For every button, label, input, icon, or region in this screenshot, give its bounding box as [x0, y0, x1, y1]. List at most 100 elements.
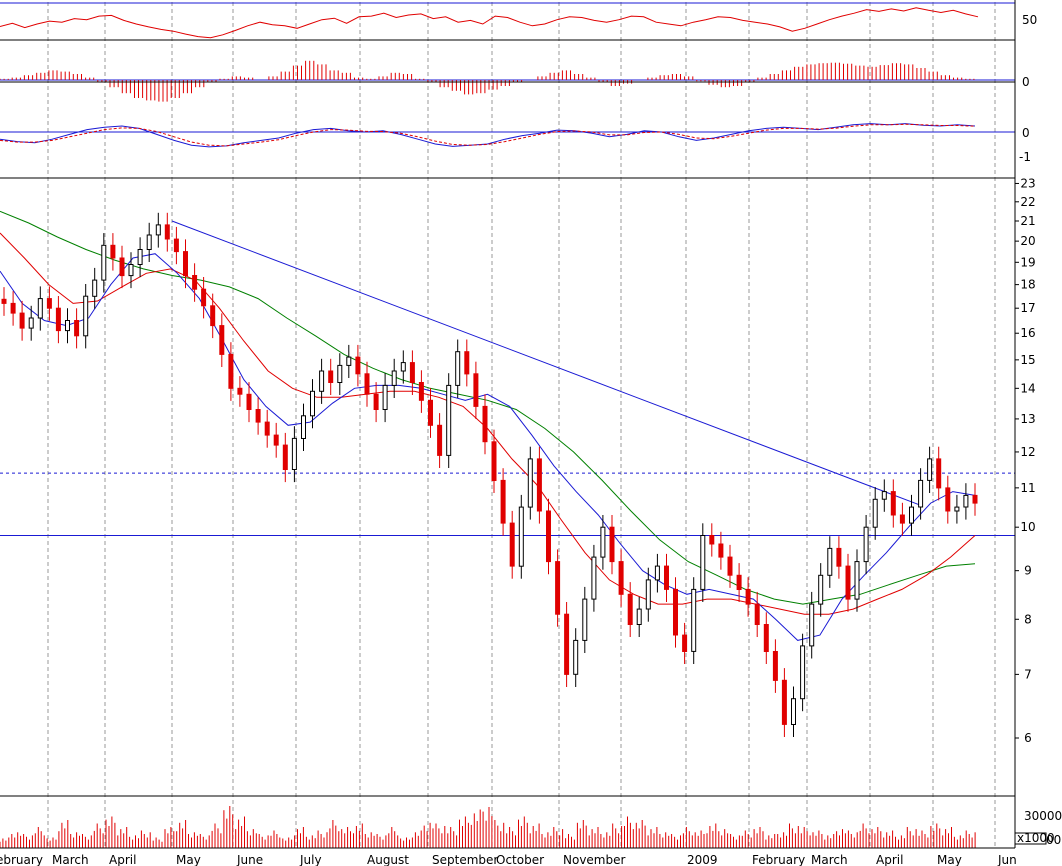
candle-body [328, 370, 334, 383]
candle-body [736, 574, 742, 590]
candle-body [491, 441, 497, 481]
candle-body [527, 458, 533, 508]
candle-body [927, 458, 933, 481]
x-tick-label-14: May [937, 853, 962, 866]
x-tick-label-12: March [811, 853, 848, 866]
candle-body [872, 498, 878, 528]
candle-body [518, 506, 524, 567]
candle-body [455, 351, 461, 386]
candle-body [800, 645, 806, 700]
candle-body [582, 598, 588, 641]
candle-body [591, 556, 597, 600]
candle-body [391, 370, 397, 386]
candle-body [781, 679, 787, 725]
candle-body [273, 434, 279, 446]
x-tick-label-15: Jun [997, 853, 1017, 866]
candle-body [155, 224, 161, 236]
price-tick-label-13: 13 [1020, 412, 1035, 426]
x-tick-label-9: November [563, 853, 625, 866]
candle-body [400, 362, 406, 372]
candle-body [673, 588, 678, 636]
candle-body [691, 588, 697, 652]
candle-body [409, 362, 415, 384]
candle-body [546, 510, 551, 563]
candle-body [137, 249, 143, 265]
candle-body [128, 264, 134, 277]
price-tick-label-8: 8 [1024, 612, 1032, 626]
candle-body [700, 535, 706, 590]
candle-body [664, 565, 669, 590]
candle-body [972, 494, 978, 504]
macd-line [0, 123, 976, 148]
x-tick-label-0: ebruary [0, 853, 43, 866]
candle-body [10, 302, 16, 314]
candle-body [364, 373, 370, 395]
histogram-tick-0: 0 [1022, 75, 1030, 89]
price-tick-label-12: 12 [1020, 445, 1035, 459]
x-tick-label-2: April [109, 853, 136, 866]
candle-body [65, 320, 70, 332]
candle-body [654, 565, 660, 581]
rsi-line [0, 7, 979, 39]
moving-average-short [0, 253, 976, 641]
x-tick-label-1: March [52, 853, 89, 866]
candle-body [55, 307, 61, 332]
volume-tick-00: 00 [1046, 833, 1061, 847]
candle-body [346, 356, 352, 366]
candle-body [337, 364, 343, 383]
x-tick-label-3: May [176, 853, 201, 866]
price-tick-label-16: 16 [1020, 326, 1035, 340]
price-tick-label-22: 22 [1020, 195, 1035, 209]
volume-tick-30000: 30000 [1024, 809, 1062, 823]
candle-body [791, 698, 796, 726]
candle-body [246, 393, 252, 410]
candle-body [373, 393, 379, 410]
candle-body [192, 275, 198, 290]
candle-body [573, 639, 579, 675]
candle-body [291, 437, 297, 470]
price-tick-label-11: 11 [1020, 481, 1035, 495]
x-tick-label-7: September [432, 853, 498, 866]
candle-body [446, 384, 452, 456]
candle-body [301, 415, 306, 439]
candle-body [183, 251, 188, 277]
x-tick-label-4: June [236, 853, 263, 866]
candle-body [636, 608, 642, 625]
candle-body [918, 479, 924, 508]
candle-body [609, 526, 615, 563]
price-tick-label-14: 14 [1020, 381, 1035, 395]
price-tick-label-19: 19 [1020, 255, 1035, 269]
candle-body [863, 526, 869, 563]
candle-body [28, 317, 34, 329]
candle-body [727, 556, 733, 576]
rsi-panel [0, 2, 1015, 41]
candle-body [536, 458, 542, 512]
candle-body [945, 487, 951, 512]
candle-body [600, 526, 606, 558]
candle-body [473, 373, 479, 407]
price-tick-label-17: 17 [1020, 301, 1035, 315]
grid [47, 2, 996, 848]
candle-body [482, 405, 488, 443]
candle-body [110, 244, 116, 259]
candle-body [645, 579, 651, 610]
candle-body [500, 479, 506, 524]
candle-body [219, 325, 225, 355]
candle-body [899, 514, 905, 524]
macd-panel [0, 123, 1015, 148]
candle-body [210, 305, 216, 327]
candle-body [936, 458, 942, 489]
candle-body [1, 298, 7, 304]
candle-body [618, 561, 624, 595]
candle-body [772, 651, 778, 681]
volume-panel [0, 806, 976, 848]
candle-body [428, 399, 433, 426]
candle-body [963, 494, 969, 508]
candle-body [228, 353, 234, 389]
price-tick-label-21: 21 [1020, 214, 1035, 228]
macd-signal-line [0, 123, 976, 147]
candle-body [418, 382, 424, 401]
x-tick-label-6: August [367, 853, 409, 866]
candle-body [709, 535, 715, 545]
candle-body [809, 603, 815, 647]
